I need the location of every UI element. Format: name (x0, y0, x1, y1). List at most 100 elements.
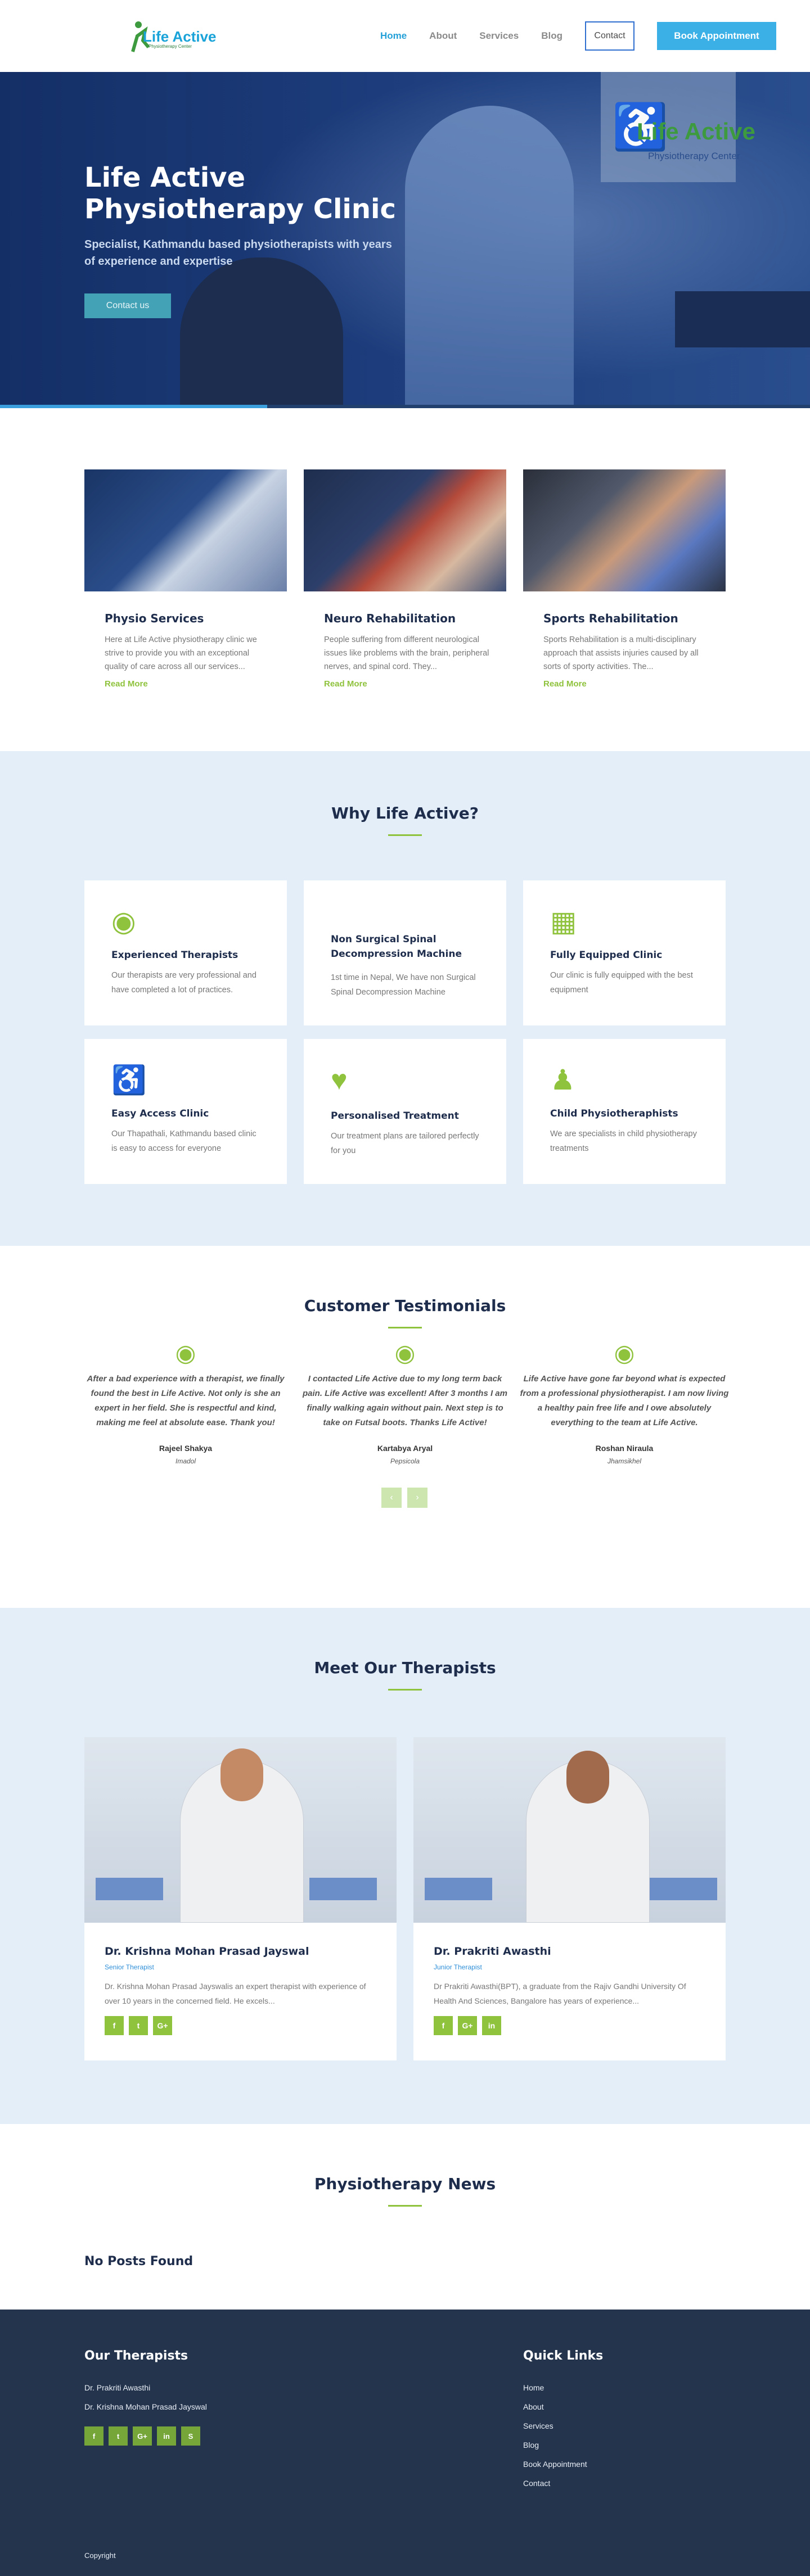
feature-card: Non Surgical Spinal Decompression Machin… (304, 880, 506, 1025)
read-more-link[interactable]: Read More (324, 679, 506, 689)
therapist-socials: f t G+ (105, 2016, 397, 2035)
footer-link-home[interactable]: Home (523, 2378, 587, 2397)
site-header: Life Active Physiotherapy Center Home Ab… (0, 0, 810, 72)
child-icon: ♟ (550, 1064, 575, 1096)
service-card: Sports Rehabilitation Sports Rehabilitat… (523, 469, 726, 689)
site-logo[interactable]: Life Active Physiotherapy Center (127, 16, 217, 55)
site-footer: Our Therapists Dr. Prakriti Awasthi Dr. … (0, 2310, 810, 2576)
therapist-photo (84, 1737, 397, 1923)
hero-therapist-figure (405, 106, 574, 408)
therapists-title: Meet Our Therapists (314, 1658, 496, 1677)
nav-home[interactable]: Home (380, 30, 407, 42)
testimonial-name: Kartabya Aryal (377, 1444, 433, 1453)
read-more-link[interactable]: Read More (543, 679, 726, 689)
service-card: Physio Services Here at Life Active phys… (84, 469, 287, 689)
facebook-icon[interactable]: f (434, 2016, 453, 2035)
feature-title: Easy Access Clinic (111, 1108, 209, 1119)
why-title: Why Life Active? (331, 804, 479, 822)
nav-services[interactable]: Services (479, 30, 519, 42)
testimonial: ◉ Life Active have gone far beyond what … (518, 1341, 731, 1466)
facebook-icon[interactable]: f (84, 2426, 104, 2446)
feature-card: ♟ Child Physiotheraphists We are special… (523, 1039, 726, 1184)
photo-head (220, 1748, 263, 1801)
feature-title: Fully Equipped Clinic (550, 950, 663, 961)
nav-about[interactable]: About (429, 30, 457, 42)
feature-text: Our therapists are very professional and… (111, 971, 256, 995)
logo-brand: Life Active (143, 28, 217, 45)
testimonial: ◉ I contacted Life Active due to my long… (298, 1340, 512, 1466)
prev-arrow-button[interactable]: ‹ (381, 1488, 402, 1508)
footer-link-about[interactable]: About (523, 2397, 587, 2416)
feature-title: Experienced Therapists (111, 950, 238, 961)
google-plus-icon[interactable]: G+ (133, 2426, 152, 2446)
feature-title: Personalised Treatment (331, 1110, 459, 1122)
linkedin-icon[interactable]: in (157, 2426, 176, 2446)
footer-quick-links: Home About Services Blog Book Appointmen… (523, 2378, 587, 2493)
testimonial-location: Imadol (175, 1457, 196, 1465)
hero-content: Life Active Physiotherapy Clinic Special… (84, 162, 422, 318)
footer-therapists-list: Dr. Prakriti Awasthi Dr. Krishna Mohan P… (84, 2378, 207, 2416)
therapist-card: Dr. Krishna Mohan Prasad Jayswal Senior … (84, 1737, 397, 2060)
google-plus-icon[interactable]: G+ (153, 2016, 172, 2035)
hero-contact-button[interactable]: Contact us (84, 293, 171, 318)
footer-therapist-link[interactable]: Dr. Prakriti Awasthi (84, 2378, 207, 2397)
footer-links-title: Quick Links (523, 2349, 604, 2363)
copyright-text: Copyright (84, 2551, 116, 2560)
footer-therapist-link[interactable]: Dr. Krishna Mohan Prasad Jayswal (84, 2397, 207, 2416)
twitter-icon[interactable]: t (129, 2016, 148, 2035)
feature-text: 1st time in Nepal, We have non Surgical … (331, 973, 476, 997)
news-section: Physiotherapy News No Posts Found (0, 2124, 810, 2310)
feature-text: Our Thapathali, Kathmandu based clinic i… (111, 1129, 256, 1153)
feature-card: ◉ Experienced Therapists Our therapists … (84, 880, 287, 1025)
testimonials-section: Customer Testimonials ◉ After a bad expe… (0, 1246, 810, 1608)
service-image (304, 469, 506, 591)
footer-therapists-title: Our Therapists (84, 2349, 188, 2363)
service-title: Neuro Rehabilitation (324, 612, 456, 625)
footer-link-services[interactable]: Services (523, 2416, 587, 2435)
linkedin-icon[interactable]: in (482, 2016, 501, 2035)
photo-head (566, 1751, 609, 1804)
facebook-icon[interactable]: f (105, 2016, 124, 2035)
therapist-photo (413, 1737, 726, 1923)
google-plus-icon[interactable]: G+ (458, 2016, 477, 2035)
therapist-card: Dr. Prakriti Awasthi Junior Therapist Dr… (413, 1737, 726, 2060)
therapist-role: Junior Therapist (434, 1963, 482, 1971)
footer-link-book-appointment[interactable]: Book Appointment (523, 2455, 587, 2474)
hero-slider: ♿ Life Active Physiotherapy Center Life … (0, 72, 810, 408)
feature-text: We are specialists in child physiotherap… (550, 1129, 697, 1153)
book-appointment-button[interactable]: Book Appointment (657, 22, 776, 50)
footer-link-contact[interactable]: Contact (523, 2474, 587, 2493)
service-title: Sports Rehabilitation (543, 612, 678, 625)
feature-text: Our treatment plans are tailored perfect… (331, 1132, 479, 1155)
title-underline (388, 834, 422, 836)
testimonials-title: Customer Testimonials (304, 1296, 506, 1315)
service-text: Sports Rehabilitation is a multi-discipl… (543, 635, 699, 671)
therapist-name: Dr. Krishna Mohan Prasad Jayswal (105, 1945, 309, 1958)
therapist-role: Senior Therapist (105, 1963, 154, 1971)
testimonial-nav: ‹ › (381, 1488, 433, 1508)
read-more-link[interactable]: Read More (105, 679, 287, 689)
footer-link-blog[interactable]: Blog (523, 2435, 587, 2455)
feature-title: Child Physiotheraphists (550, 1108, 678, 1119)
testimonial-location: Jhamsikhel (607, 1457, 642, 1465)
next-arrow-button[interactable]: › (407, 1488, 428, 1508)
skype-icon[interactable]: S (181, 2426, 200, 2446)
hero-clinic-sign: ♿ Life Active Physiotherapy Center (601, 72, 755, 182)
feature-card: ♥ Personalised Treatment Our treatment p… (304, 1039, 506, 1184)
twitter-icon[interactable]: t (109, 2426, 128, 2446)
nav-blog[interactable]: Blog (541, 30, 562, 42)
hero-equipment (675, 291, 810, 347)
user-circle-icon: ◉ (111, 906, 136, 937)
service-image (523, 469, 726, 591)
sign-brand: Life Active (637, 118, 755, 144)
nav-contact-button[interactable]: Contact (585, 21, 634, 51)
why-section: Why Life Active? ◉ Experienced Therapist… (0, 751, 810, 1246)
therapist-bio: Dr. Krishna Mohan Prasad Jayswalis an ex… (105, 1982, 366, 2005)
testimonial: ◉ After a bad experience with a therapis… (79, 1340, 292, 1466)
testimonial-name: Rajeel Shakya (159, 1444, 213, 1453)
user-circle-icon: ◉ (175, 1340, 196, 1366)
user-circle-icon: ◉ (394, 1340, 416, 1366)
no-posts-message: No Posts Found (84, 2254, 194, 2268)
testimonial-location: Pepsicola (390, 1457, 420, 1465)
therapist-bio: Dr Prakriti Awasthi(BPT), a graduate fro… (434, 1982, 686, 2005)
